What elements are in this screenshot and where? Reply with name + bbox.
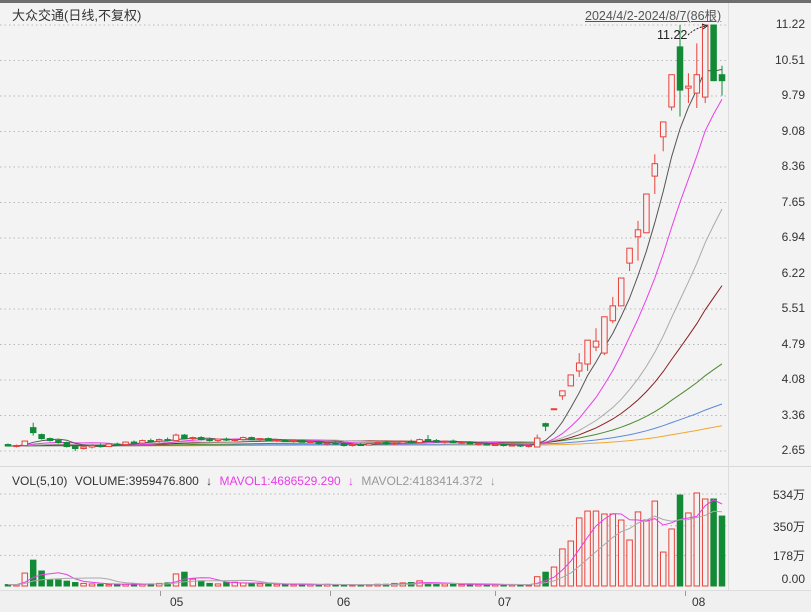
month-label: 07	[498, 595, 512, 609]
volume-value: VOLUME:3959476.800	[74, 474, 199, 488]
price-tick-label: 7.65	[781, 194, 805, 209]
mavol2-value: MAVOL2:4183414.372	[361, 474, 483, 488]
vol-indicator-name[interactable]: VOL(5,10)	[12, 474, 67, 488]
volume-tick-label: 178万	[772, 549, 805, 564]
volume-header: VOL(5,10) VOLUME:3959476.800 ↓ MAVOL1:46…	[12, 474, 500, 488]
month-label: 05	[170, 595, 184, 609]
price-tick-label: 6.94	[781, 230, 805, 244]
down-arrow-icon: ↓	[348, 474, 355, 488]
price-tick-label: 9.08	[781, 123, 805, 138]
price-tick-label: 10.51	[774, 52, 805, 67]
volume-tick-label: 0.00	[781, 572, 805, 586]
price-tick-label: 4.79	[781, 336, 805, 351]
high-price-label: 11.22	[657, 28, 688, 42]
month-tick	[160, 591, 161, 596]
month-tick	[330, 591, 331, 596]
price-tick-label: 8.36	[781, 159, 805, 173]
month-label: 08	[692, 595, 706, 609]
month-tick	[495, 591, 496, 596]
price-tick-label: 2.65	[781, 443, 805, 457]
down-arrow-icon: ↓	[206, 474, 213, 488]
month-label: 06	[337, 595, 351, 609]
price-tick-label: 6.22	[781, 265, 805, 280]
price-tick-label: 5.51	[781, 301, 805, 315]
price-tick-label: 4.08	[781, 372, 805, 386]
mavol1-value: MAVOL1:4686529.290	[219, 474, 341, 488]
time-axis: 05 06 07 08	[0, 590, 811, 612]
down-arrow-icon: ↓	[489, 474, 496, 488]
volume-tick-label: 350万	[772, 519, 805, 534]
price-tick-label: 9.79	[781, 88, 805, 102]
price-tick-label: 3.36	[781, 407, 805, 422]
month-tick	[685, 591, 686, 596]
volume-tick-label: 534万	[772, 488, 805, 502]
